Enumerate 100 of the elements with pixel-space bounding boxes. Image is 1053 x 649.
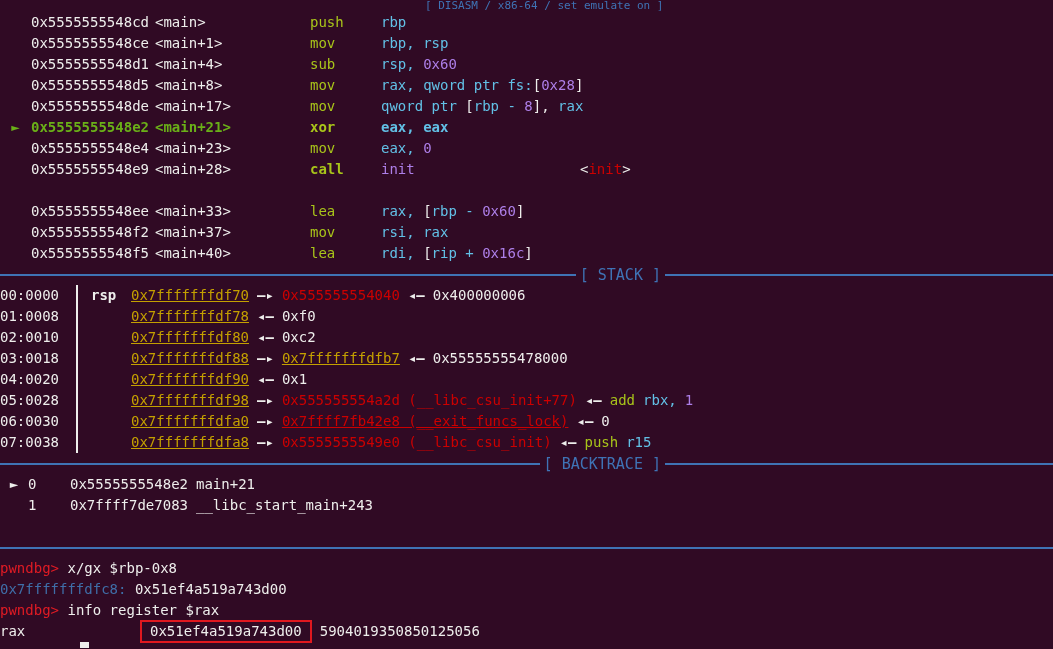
- operand-text: rbp -: [473, 97, 517, 116]
- mnemonic: mov: [310, 34, 337, 53]
- mnemonic: mov: [310, 97, 337, 116]
- operand-text: [: [465, 97, 474, 116]
- operand-text: 0x60: [482, 202, 516, 221]
- operand-text: 0x7fffffffdf80: [131, 328, 249, 347]
- decimal-value: 5904019350850125056: [319, 622, 480, 641]
- operand-text: ]: [515, 202, 525, 221]
- pointer-arrow: ◂—: [407, 349, 425, 368]
- operand-text: 0x555555554040: [281, 286, 400, 305]
- operand-text: 0x400000006: [432, 286, 526, 305]
- operand-text: >: [622, 160, 631, 179]
- operand-text: 0x555555554a2d (__libc_csu_init+77): [281, 391, 577, 411]
- frame-index: 1: [28, 496, 38, 515]
- operand-text: 0x16c: [482, 244, 525, 263]
- stack-offset: 01:0008: [0, 308, 59, 324]
- pointer-arrow: —▸: [257, 433, 274, 452]
- symbol-offset: <main+21>: [155, 118, 232, 137]
- operand-text: 0x7fffffffdf78: [131, 307, 249, 326]
- stack-offset: 02:0010: [0, 329, 59, 345]
- register-name: rax: [0, 622, 27, 641]
- frame-symbol: __libc_start_main+243: [196, 496, 374, 516]
- mnemonic: call: [310, 160, 345, 179]
- operand-text: 0x7ffff7fb42e8 (__exit_funcs_lock): [281, 412, 569, 432]
- pointer-arrow: —▸: [257, 286, 274, 305]
- operand-text: [: [423, 202, 432, 221]
- symbol-offset: <main+40>: [155, 244, 232, 263]
- pointer-arrow: —▸: [257, 412, 274, 431]
- operand-text: 8: [524, 97, 533, 116]
- operand-text: rax,: [381, 202, 416, 221]
- operand-text: 0x7fffffffdfb7: [281, 349, 400, 368]
- shell-prompt: pwndbg>: [0, 559, 59, 578]
- current-marker: ►: [11, 118, 20, 137]
- frame-address: 0x5555555548e2: [70, 475, 189, 494]
- operand-text: <: [580, 160, 589, 179]
- operand-text: eax,: [381, 139, 416, 158]
- stack-offset: 00:0000: [0, 287, 59, 303]
- operand-text: 0x55555555478000: [432, 349, 568, 368]
- symbol-offset: <main+28>: [155, 160, 232, 179]
- section-header: [ BACKTRACE ]: [542, 454, 662, 473]
- command-text: info register $rax: [67, 601, 220, 620]
- operand-text: rip +: [431, 244, 475, 263]
- memory-value: 0x51ef4a519a743d00: [134, 580, 287, 599]
- stack-offset: 05:0028: [0, 392, 59, 408]
- operand-text: 0x60: [423, 55, 457, 74]
- operand-text: 0x7fffffffdfa0: [131, 412, 249, 431]
- frame-marker: ►: [9, 475, 19, 494]
- frame-symbol: main+21: [196, 475, 256, 494]
- operand-text: rax: [558, 97, 584, 116]
- pointer-arrow: ◂—: [257, 307, 274, 326]
- instruction-address: 0x5555555548f2: [31, 223, 150, 242]
- operand-text: [: [423, 244, 432, 263]
- operand-text: ]: [574, 76, 584, 95]
- operand-text: 0: [423, 139, 432, 158]
- mnemonic: xor: [310, 118, 337, 137]
- mnemonic: sub: [310, 55, 337, 74]
- mnemonic: mov: [310, 76, 337, 95]
- operand-text: 0xc2: [281, 328, 316, 347]
- stack-offset: 06:0030: [0, 413, 59, 429]
- instruction-address: 0x5555555548de: [31, 97, 150, 116]
- operand-text: 0x5555555549e0 (__libc_csu_init): [281, 433, 552, 453]
- command-text: x/gx $rbp-0x8: [67, 559, 178, 578]
- operand-text: 0x7fffffffdf70: [131, 286, 249, 305]
- instruction-address: 0x5555555548ce: [31, 34, 150, 53]
- operand-text: 0x7fffffffdf90: [131, 370, 249, 389]
- operand-text: qword ptr: [381, 97, 458, 116]
- instruction-address: 0x5555555548e4: [31, 139, 150, 158]
- register-value: 0x51ef4a519a743d00: [140, 620, 312, 643]
- mnemonic: lea: [310, 202, 337, 221]
- mnemonic: lea: [310, 244, 337, 263]
- operand-text: 0x7fffffffdfa8: [131, 433, 249, 452]
- register-name: rsp: [91, 287, 117, 303]
- operand-text: init: [381, 160, 415, 179]
- pointer-arrow: —▸: [257, 349, 274, 368]
- operand-text: rbp: [381, 13, 407, 32]
- frame-index: 0: [28, 475, 38, 494]
- pointer-arrow: ◂—: [257, 370, 274, 389]
- mnemonic: mov: [310, 139, 337, 158]
- operand-text: r15: [626, 433, 652, 452]
- operand-text: 0xf0: [281, 307, 316, 326]
- stack-offset: 03:0018: [0, 350, 59, 366]
- section-header: [ STACK ]: [578, 265, 662, 284]
- instruction-address: 0x5555555548ee: [31, 202, 150, 221]
- operand-text: rbx,: [643, 391, 677, 410]
- symbol-offset: <main+17>: [155, 97, 232, 116]
- operand-text: init: [588, 160, 623, 179]
- operand-text: 0x7fffffffdf98: [131, 391, 249, 410]
- mnemonic: mov: [310, 223, 337, 242]
- instruction-address: 0x5555555548e2: [31, 118, 150, 137]
- symbol-offset: <main>: [155, 13, 207, 32]
- pointer-arrow: ◂—: [407, 286, 425, 305]
- pointer-arrow: ◂—: [559, 433, 577, 452]
- operand-text: add: [609, 391, 636, 410]
- pointer-arrow: ◂—: [584, 391, 602, 410]
- operand-text: rsi, rax: [381, 223, 449, 242]
- pointer-arrow: ◂—: [576, 412, 594, 431]
- mnemonic: push: [310, 13, 345, 32]
- operand-text: rdi,: [381, 244, 416, 263]
- symbol-offset: <main+8>: [155, 76, 224, 95]
- operand-text: rsp,: [381, 55, 416, 74]
